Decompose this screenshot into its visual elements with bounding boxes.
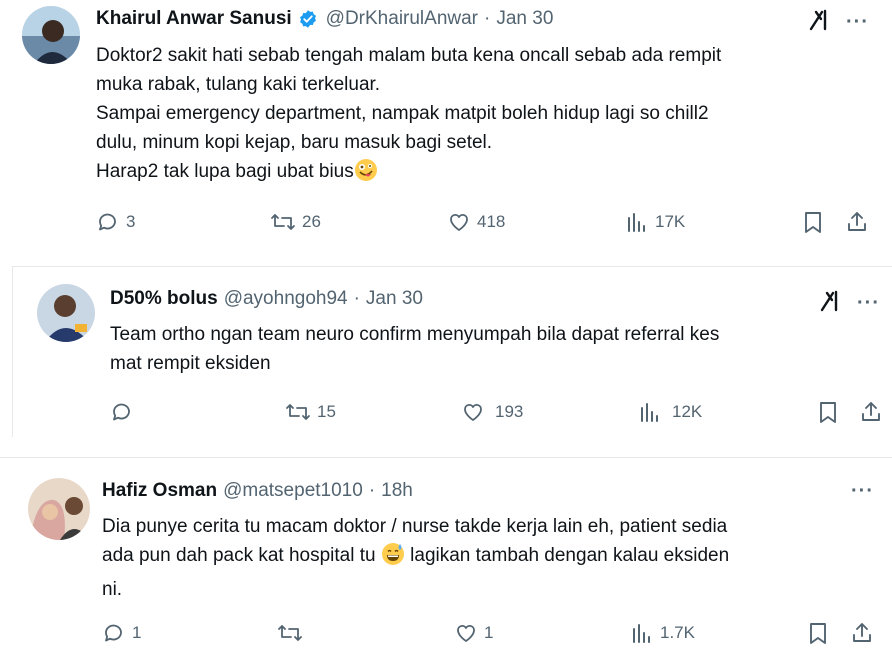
repost-button[interactable] (277, 621, 303, 645)
repost-icon (278, 625, 302, 641)
tweet-time[interactable]: 18h (381, 480, 413, 502)
repost-count: 26 (302, 212, 321, 231)
reply-icon (113, 403, 130, 421)
avatar[interactable] (37, 284, 95, 342)
repost-button[interactable]: 15 (285, 400, 336, 424)
like-button[interactable]: 418 (447, 210, 505, 234)
reply-count: 1 (132, 623, 142, 642)
text-line: Harap2 tak lupa bagi ubat bius (96, 161, 354, 182)
avatar-image (28, 478, 90, 540)
share-button[interactable] (845, 210, 869, 234)
bookmark-button[interactable] (802, 210, 824, 234)
reply-icon (99, 213, 116, 231)
like-count: 418 (477, 212, 506, 231)
author-name[interactable]: Hafiz Osman (102, 480, 217, 502)
avatar[interactable] (22, 6, 80, 64)
share-icon (853, 623, 871, 642)
share-icon (848, 212, 866, 231)
views-count: 12K (672, 402, 703, 421)
author-handle[interactable]: @ayohngoh94 (224, 288, 348, 310)
repost-button[interactable]: 26 (270, 210, 321, 234)
text-line: mat rempit eksiden (110, 353, 271, 374)
tweet-time[interactable]: Jan 30 (496, 8, 553, 30)
separator-dot: · (484, 8, 491, 29)
grok-icon[interactable] (819, 289, 841, 318)
text-line: lagikan tambah dengan kalau eksiden (410, 545, 730, 566)
views-button[interactable]: 17K (625, 210, 685, 234)
more-icon[interactable]: ··· (846, 11, 869, 34)
views-chart-icon (628, 213, 645, 232)
share-button[interactable] (859, 400, 883, 424)
bookmark-button[interactable] (817, 400, 839, 424)
repost-icon (286, 404, 310, 420)
heart-icon (464, 404, 482, 421)
author-name[interactable]: D50% bolus (110, 288, 218, 310)
tweet[interactable]: Hafiz Osman @matsepet1010 · 18h ··· Dia … (0, 458, 892, 649)
views-count: 17K (655, 212, 686, 231)
reply-count: 3 (126, 212, 136, 231)
avatar-image (22, 6, 80, 64)
like-count: 1 (484, 623, 494, 642)
text-line: Doktor2 sakit hati sebab tengah malam bu… (96, 45, 722, 66)
grinning-sweat-emoji-icon (381, 542, 405, 575)
text-line: ada pun dah pack kat hospital tu (102, 545, 376, 566)
reply-button[interactable]: 1 (102, 621, 141, 645)
text-line: muka rabak, tulang kaki terkeluar. (96, 74, 381, 95)
text-line: ni. (102, 579, 123, 600)
text-line: Dia punye cerita tu macam doktor / nurse… (102, 516, 728, 537)
repost-icon (271, 214, 295, 230)
author-handle[interactable]: @DrKhairulAnwar (326, 8, 478, 30)
bookmark-icon (805, 212, 821, 233)
heart-icon (457, 625, 475, 642)
more-icon[interactable]: ··· (851, 480, 874, 503)
heart-icon (450, 214, 468, 231)
text-line: Sampai emergency department, nampak matp… (96, 103, 709, 124)
tweet[interactable]: Khairul Anwar Sanusi @DrKhairulAnwar · J… (0, 0, 892, 260)
text-line: dulu, minum kopi kejap, baru masuk bagi … (96, 132, 493, 153)
tweet-text: Dia punye cerita tu macam doktor / nurse… (102, 512, 882, 604)
like-button[interactable]: 193 (461, 400, 523, 424)
text-line: Team ortho ngan team neuro confirm menyu… (110, 324, 720, 345)
zany-face-emoji-icon (354, 158, 378, 191)
reply-button[interactable] (110, 400, 134, 424)
tweet-text: Doktor2 sakit hati sebab tengah malam bu… (96, 41, 876, 191)
tweet-time[interactable]: Jan 30 (366, 288, 423, 310)
bookmark-icon (810, 623, 826, 644)
bookmark-button[interactable] (807, 621, 829, 645)
avatar-image (37, 284, 95, 342)
views-button[interactable]: 1.7K (630, 621, 695, 645)
views-chart-icon (641, 403, 658, 422)
author-handle[interactable]: @matsepet1010 (223, 480, 363, 502)
views-button[interactable]: 12K (638, 400, 702, 424)
verified-badge-icon (298, 9, 318, 29)
separator-dot: · (353, 288, 360, 309)
views-count: 1.7K (660, 623, 695, 642)
separator-dot: · (368, 480, 376, 501)
repost-count: 15 (317, 402, 336, 421)
reply-button[interactable]: 3 (96, 210, 135, 234)
bookmark-icon (820, 402, 836, 423)
like-button[interactable]: 1 (454, 621, 493, 645)
more-icon[interactable]: ··· (857, 292, 880, 315)
like-count: 193 (495, 402, 524, 421)
tweet[interactable]: D50% bolus @ayohngoh94 · Jan 30 ··· Team… (12, 267, 892, 437)
author-name[interactable]: Khairul Anwar Sanusi (96, 8, 292, 30)
share-button[interactable] (850, 621, 874, 645)
avatar[interactable] (28, 478, 90, 540)
share-icon (862, 402, 880, 421)
tweet-text: Team ortho ngan team neuro confirm menyu… (110, 320, 880, 378)
reply-icon (105, 624, 122, 642)
views-chart-icon (633, 624, 650, 643)
grok-icon[interactable] (808, 8, 830, 37)
